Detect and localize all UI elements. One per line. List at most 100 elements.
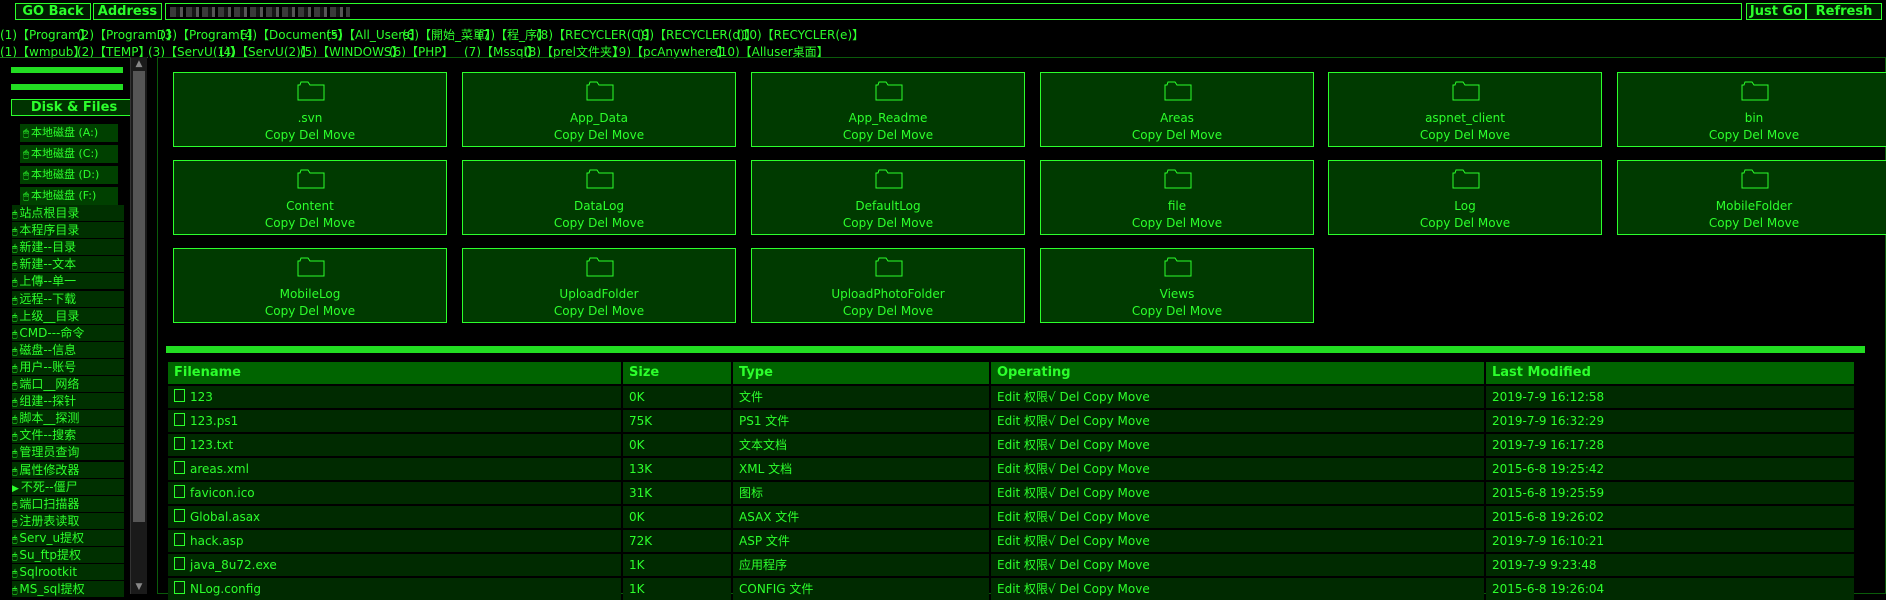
sidebar-tool-item[interactable]: 🖱 Su_ftp提权 xyxy=(12,547,124,563)
cell-text[interactable]: favicon.ico xyxy=(190,486,255,500)
column-header[interactable]: Type xyxy=(733,362,989,384)
operating-cell[interactable]: Edit 权限√ Del Copy Move xyxy=(991,410,1484,432)
folder-name[interactable]: MobileFolder xyxy=(1618,199,1886,213)
cell-text[interactable]: Edit 权限√ Del Copy Move xyxy=(997,582,1150,596)
folder-name[interactable]: App_Data xyxy=(463,111,735,125)
folder-name[interactable]: MobileLog xyxy=(174,287,446,301)
filename-cell[interactable]: areas.xml xyxy=(168,458,621,480)
sidebar-tool-item[interactable]: 🖱 组建--探针 xyxy=(12,393,124,410)
column-header[interactable]: Filename xyxy=(168,362,621,384)
folder-name[interactable]: Content xyxy=(174,199,446,213)
sidebar-tool-item[interactable]: 🖱 MS_sql提权 xyxy=(12,581,124,598)
sidebar-tool-item[interactable]: 🖱 Sqlrootkit xyxy=(12,564,124,581)
cell-text[interactable]: Edit 权限√ Del Copy Move xyxy=(997,558,1150,572)
column-header[interactable]: Operating xyxy=(991,362,1484,384)
folder-tile[interactable]: DataLog Copy Del Move xyxy=(462,160,736,235)
folder-operations[interactable]: Copy Del Move xyxy=(463,216,735,230)
folder-name[interactable]: DataLog xyxy=(463,199,735,213)
folder-operations[interactable]: Copy Del Move xyxy=(174,304,446,318)
sidebar-tool-item[interactable]: 🖱 站点根目录 xyxy=(12,205,124,221)
sidebar-drive-item[interactable]: 🖱 本地磁盘 (A:) xyxy=(20,124,118,142)
folder-operations[interactable]: Copy Del Move xyxy=(1618,128,1886,142)
sidebar-tool-item[interactable]: 🖱 用户--账号 xyxy=(12,358,124,375)
sidebar-tool-item[interactable]: 🖱 文件--搜索 xyxy=(12,427,124,444)
cell-text[interactable]: hack.asp xyxy=(190,534,244,548)
folder-name[interactable]: Views xyxy=(1041,287,1313,301)
column-header[interactable]: Size xyxy=(623,362,731,384)
folder-operations[interactable]: Copy Del Move xyxy=(174,216,446,230)
folder-tile[interactable]: MobileLog Copy Del Move xyxy=(173,248,447,323)
folder-operations[interactable]: Copy Del Move xyxy=(1329,128,1601,142)
cell-text[interactable]: Edit 权限√ Del Copy Move xyxy=(997,390,1150,404)
folder-tile[interactable]: .svn Copy Del Move xyxy=(173,72,447,147)
address-input[interactable] xyxy=(165,3,1742,20)
filename-cell[interactable]: 123.txt xyxy=(168,434,621,456)
filename-cell[interactable]: Global.asax xyxy=(168,506,621,528)
folder-name[interactable]: UploadFolder xyxy=(463,287,735,301)
cell-text[interactable]: 123.ps1 xyxy=(190,414,238,428)
sidebar-tool-item[interactable]: 🖱 磁盘--信息 xyxy=(12,341,124,358)
folder-tile[interactable]: Views Copy Del Move xyxy=(1040,248,1314,323)
folder-operations[interactable]: Copy Del Move xyxy=(1041,304,1313,318)
address-label-button[interactable]: Address xyxy=(93,3,162,20)
operating-cell[interactable]: Edit 权限√ Del Copy Move xyxy=(991,386,1484,408)
column-header[interactable]: Last Modified xyxy=(1486,362,1854,384)
folder-tile[interactable]: file Copy Del Move xyxy=(1040,160,1314,235)
folder-tile[interactable]: UploadFolder Copy Del Move xyxy=(462,248,736,323)
folder-tile[interactable]: App_Readme Copy Del Move xyxy=(751,72,1025,147)
cell-text[interactable]: Edit 权限√ Del Copy Move xyxy=(997,414,1150,428)
operating-cell[interactable]: Edit 权限√ Del Copy Move xyxy=(991,554,1484,576)
folder-name[interactable]: bin xyxy=(1618,111,1886,125)
folder-name[interactable]: Log xyxy=(1329,199,1601,213)
cell-text[interactable]: areas.xml xyxy=(190,462,249,476)
folder-name[interactable]: file xyxy=(1041,199,1313,213)
go-back-button[interactable]: GO Back xyxy=(15,3,91,20)
sidebar-tool-item[interactable]: 🖱 本程序目录 xyxy=(12,222,124,239)
folder-name[interactable]: aspnet_client xyxy=(1329,111,1601,125)
refresh-button[interactable]: Refresh xyxy=(1806,3,1882,20)
folder-tile[interactable]: UploadPhotoFolder Copy Del Move xyxy=(751,248,1025,323)
folder-tile[interactable]: aspnet_client Copy Del Move xyxy=(1328,72,1602,147)
sidebar-tool-item[interactable]: 🖱 管理员查询 xyxy=(12,444,124,461)
sidebar-tool-item[interactable]: ▶ 不死--僵尸 xyxy=(12,478,124,495)
scroll-down-icon[interactable]: ▼ xyxy=(131,580,147,594)
sidebar-tool-item[interactable]: 🖱 上傳--单一 xyxy=(12,273,124,290)
sidebar-tool-item[interactable]: 🖱 Serv_u提权 xyxy=(12,529,124,546)
operating-cell[interactable]: Edit 权限√ Del Copy Move xyxy=(991,578,1484,600)
scroll-up-icon[interactable]: ▲ xyxy=(131,57,147,71)
sidebar-tool-item[interactable]: 🖱 新建--目录 xyxy=(12,239,124,256)
folder-name[interactable]: .svn xyxy=(174,111,446,125)
filename-cell[interactable]: 123.ps1 xyxy=(168,410,621,432)
sidebar-tool-item[interactable]: 🖱 属性修改器 xyxy=(12,461,124,478)
folder-tile[interactable]: MobileFolder Copy Del Move xyxy=(1617,160,1886,235)
folder-operations[interactable]: Copy Del Move xyxy=(1618,216,1886,230)
folder-tile[interactable]: App_Data Copy Del Move xyxy=(462,72,736,147)
sidebar-tool-item[interactable]: 🖱 上级__目录 xyxy=(12,307,124,324)
operating-cell[interactable]: Edit 权限√ Del Copy Move xyxy=(991,506,1484,528)
folder-operations[interactable]: Copy Del Move xyxy=(174,128,446,142)
filename-cell[interactable]: hack.asp xyxy=(168,530,621,552)
cell-text[interactable]: Edit 权限√ Del Copy Move xyxy=(997,486,1150,500)
sidebar-drive-item[interactable]: 🖱 本地磁盘 (D:) xyxy=(20,166,118,184)
cell-text[interactable]: Edit 权限√ Del Copy Move xyxy=(997,510,1150,524)
folder-tile[interactable]: bin Copy Del Move xyxy=(1617,72,1886,147)
sidebar-scrollbar[interactable]: ▲ ▼ xyxy=(130,57,147,594)
cell-text[interactable]: java_8u72.exe xyxy=(190,558,277,572)
sidebar-tool-item[interactable]: 🖱 CMD---命令 xyxy=(12,324,124,341)
operating-cell[interactable]: Edit 权限√ Del Copy Move xyxy=(991,458,1484,480)
folder-name[interactable]: UploadPhotoFolder xyxy=(752,287,1024,301)
folder-tile[interactable]: Log Copy Del Move xyxy=(1328,160,1602,235)
folder-tile[interactable]: DefaultLog Copy Del Move xyxy=(751,160,1025,235)
folder-operations[interactable]: Copy Del Move xyxy=(752,128,1024,142)
filename-cell[interactable]: NLog.config xyxy=(168,578,621,600)
folder-name[interactable]: App_Readme xyxy=(752,111,1024,125)
cell-text[interactable]: 123 xyxy=(190,390,213,404)
cell-text[interactable]: NLog.config xyxy=(190,582,261,596)
scrollbar-thumb[interactable] xyxy=(133,71,145,522)
folder-tile[interactable]: Content Copy Del Move xyxy=(173,160,447,235)
filename-cell[interactable]: 123 xyxy=(168,386,621,408)
sidebar-tool-item[interactable]: 🖱 端口扫描器 xyxy=(12,495,124,512)
folder-tile[interactable]: Areas Copy Del Move xyxy=(1040,72,1314,147)
operating-cell[interactable]: Edit 权限√ Del Copy Move xyxy=(991,530,1484,552)
sidebar-tool-item[interactable]: 🖱 脚本__探测 xyxy=(12,410,124,427)
